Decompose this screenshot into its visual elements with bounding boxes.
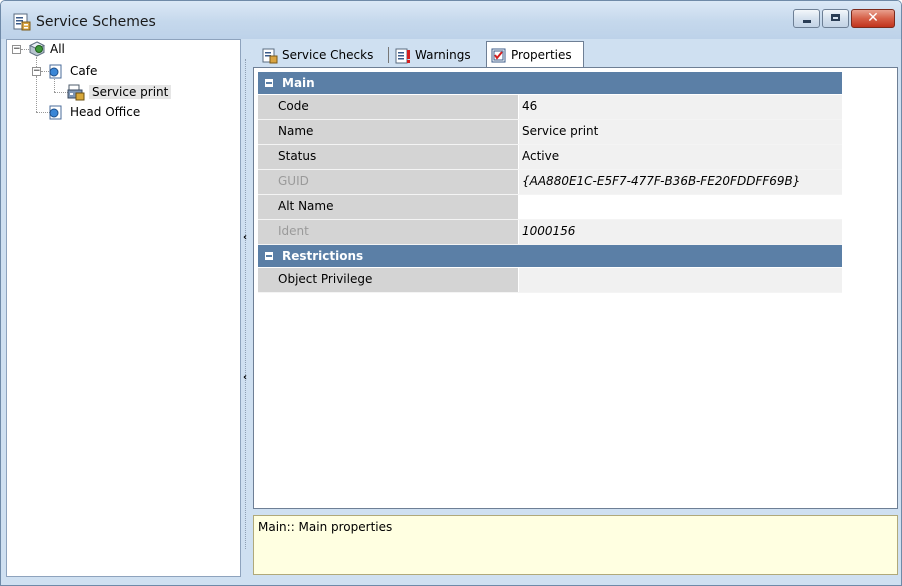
tree-node-all[interactable]: All [25, 40, 68, 58]
property-grid-panel: Main Code 46 Name Service print Status A… [253, 67, 898, 509]
property-row-object-privilege[interactable]: Object Privilege [258, 268, 842, 293]
property-row-name[interactable]: Name Service print [258, 120, 842, 145]
properties-icon [491, 48, 506, 63]
tree-label: Service print [89, 85, 172, 99]
tab-properties[interactable]: Properties [486, 41, 584, 70]
property-name: Alt Name [258, 195, 519, 219]
tree-label: Head Office [70, 105, 141, 119]
property-description: Main:: Main properties [253, 515, 898, 575]
property-name: Status [258, 145, 519, 169]
property-name: Ident [258, 220, 519, 244]
collapse-cafe-toggle[interactable]: − [32, 67, 41, 76]
property-value[interactable]: Active [519, 145, 842, 169]
building-icon [49, 105, 62, 120]
property-value: 1000156 [519, 220, 842, 244]
tab-label: Properties [511, 48, 572, 62]
splitter-grip [245, 59, 248, 549]
building-icon [49, 64, 62, 79]
property-row-status[interactable]: Status Active [258, 145, 842, 170]
property-name: GUID [258, 170, 519, 194]
category-label: Restrictions [282, 249, 364, 263]
category-restrictions[interactable]: Restrictions [258, 245, 842, 268]
tree-node-cafe[interactable]: Cafe [45, 62, 100, 80]
property-name: Object Privilege [258, 268, 519, 292]
tree-node-head-office[interactable]: Head Office [45, 103, 143, 121]
property-row-guid[interactable]: GUID {AA880E1C-E5F7-477F-B36B-FE20FDDFF6… [258, 170, 842, 195]
property-value[interactable]: 46 [519, 95, 842, 119]
description-text: Main:: Main properties [258, 520, 393, 534]
property-row-alt-name[interactable]: Alt Name [258, 195, 842, 220]
collapse-left-arrow-icon[interactable]: ‹ [243, 233, 247, 243]
tab-separator [388, 47, 389, 63]
caption-buttons: ✕ [791, 9, 895, 29]
maximize-button[interactable] [822, 9, 849, 28]
minimize-button[interactable] [793, 9, 820, 28]
pane-splitter[interactable]: ‹ ‹ [242, 39, 251, 577]
title-bar[interactable]: Service Schemes ✕ [1, 1, 901, 39]
window-title: Service Schemes [36, 14, 156, 30]
tab-label: Service Checks [282, 48, 374, 62]
maximize-icon [831, 14, 840, 21]
property-row-ident[interactable]: Ident 1000156 [258, 220, 842, 245]
property-value[interactable]: Service print [519, 120, 842, 144]
service-checks-icon [262, 48, 278, 64]
property-value[interactable] [519, 268, 842, 292]
tab-label: Warnings [415, 48, 471, 62]
property-value: {AA880E1C-E5F7-477F-B36B-FE20FDDFF69B} [519, 170, 842, 194]
category-main[interactable]: Main [258, 72, 842, 95]
printer-calc-icon [67, 84, 85, 101]
detail-area: Service Checks Warnings Properties Main … [252, 39, 899, 577]
collapse-category-icon[interactable] [265, 252, 273, 260]
property-row-code[interactable]: Code 46 [258, 95, 842, 120]
property-name: Name [258, 120, 519, 144]
collapse-category-icon[interactable] [265, 79, 273, 87]
property-value[interactable] [519, 195, 842, 219]
collapse-all-toggle[interactable]: − [12, 45, 21, 54]
tree-label: All [50, 42, 65, 56]
property-grid[interactable]: Main Code 46 Name Service print Status A… [258, 72, 842, 293]
minimize-icon [803, 20, 811, 23]
properties-sheet-icon [13, 13, 31, 31]
tree-label: Cafe [70, 64, 98, 78]
tree-node-service-print[interactable]: Service print [67, 83, 172, 101]
close-icon: ✕ [867, 10, 879, 26]
warnings-icon [395, 48, 410, 64]
tab-service-checks[interactable]: Service Checks [258, 43, 386, 67]
close-button[interactable]: ✕ [851, 9, 895, 28]
collapse-left-arrow-icon[interactable]: ‹ [243, 373, 247, 383]
scheme-tree[interactable]: − All − Cafe Service print Head Office [6, 39, 241, 577]
tab-warnings[interactable]: Warnings [391, 43, 487, 67]
category-label: Main [282, 76, 315, 90]
app-window: Service Schemes ✕ − All − Cafe Service p… [0, 0, 902, 586]
property-name: Code [258, 95, 519, 119]
globe-cube-icon [29, 41, 45, 57]
